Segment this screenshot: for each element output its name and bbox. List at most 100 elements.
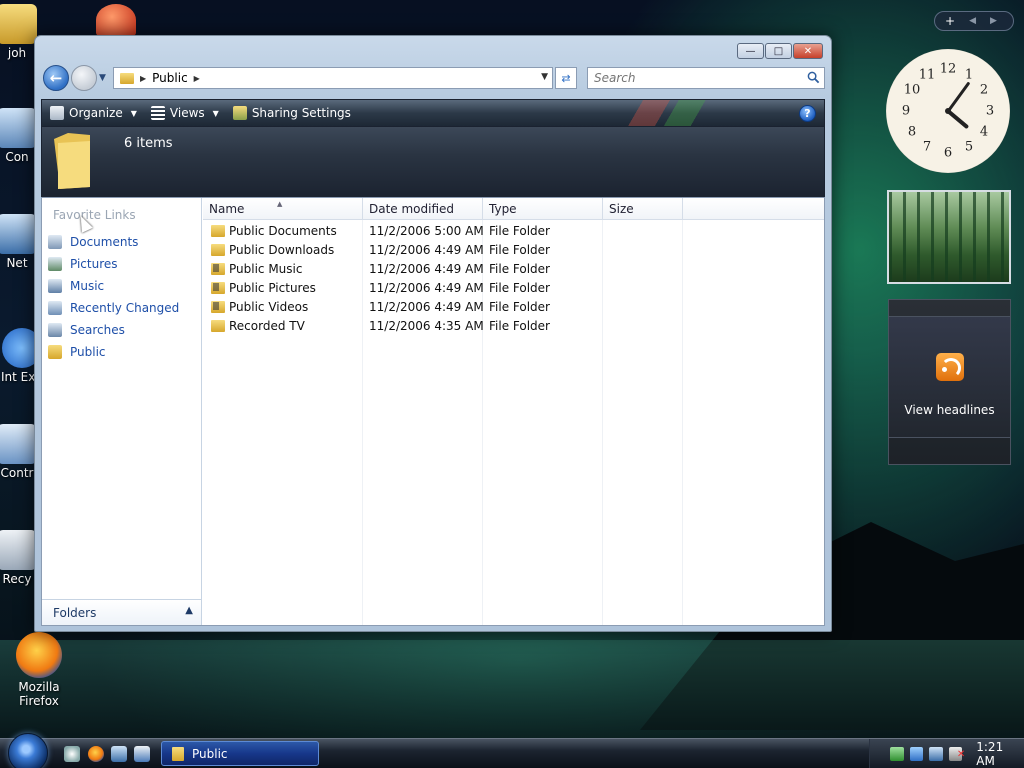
address-dropdown-icon[interactable]: ▼ [541,72,548,82]
breadcrumb-separator-icon[interactable]: ▶ [140,74,146,83]
file-type: File Folder [489,300,550,314]
nav-item-music[interactable]: Music [48,275,179,297]
system-tray: ✕ 1:21 AM [869,739,1024,768]
large-folder-icon [54,133,90,189]
close-icon: ✕ [803,45,813,57]
clock-minute-hand [946,81,971,113]
clock-numeral: 9 [901,103,911,119]
command-bar: Organize ▼ Views ▼ Sharing Settings ? [41,99,825,127]
table-row[interactable]: Public Pictures 11/2/2006 4:49 AM File F… [203,279,683,298]
show-desktop-icon[interactable] [64,746,80,762]
clock-numeral: 12 [939,61,957,77]
explorer-window[interactable]: — □ ✕ ← ▼ ▶ Public ▶ ▼ ⇄ Organize ▼ [34,35,832,632]
clock-numeral: 6 [943,145,953,161]
column-header-name[interactable]: ▲ Name [203,198,363,220]
nav-item-documents[interactable]: Documents [48,231,179,253]
table-row[interactable]: Public Music 11/2/2006 4:49 AM File Fold… [203,260,683,279]
slideshow-gadget[interactable] [887,190,1011,284]
view-headlines-link[interactable]: View headlines [889,403,1010,417]
refresh-button[interactable]: ⇄ [555,67,577,89]
navigation-bar: ← ▼ ▶ Public ▶ ▼ ⇄ [41,64,825,94]
close-button[interactable]: ✕ [793,43,823,59]
breadcrumb-public[interactable]: Public [152,71,188,85]
windows-flag-decoration [602,100,802,126]
organize-label: Organize [69,106,123,120]
pictures-icon [48,257,62,271]
sharing-settings-button[interactable]: Sharing Settings [232,106,351,120]
nav-item-public[interactable]: Public [48,341,179,363]
folder-icon [120,72,134,84]
next-gadget-icon[interactable]: ▶ [990,16,997,26]
connection-tray-icon[interactable] [929,746,943,761]
history-dropdown-icon[interactable]: ▼ [99,73,106,83]
breadcrumb-separator-icon[interactable]: ▶ [194,74,200,83]
nav-item-label: Searches [70,323,125,337]
address-bar[interactable]: ▶ Public ▶ ▼ [113,67,553,89]
documents-icon [48,235,62,249]
table-row[interactable]: Public Videos 11/2/2006 4:49 AM File Fol… [203,298,683,317]
column-header-size[interactable]: Size [603,198,683,220]
nav-item-label: Music [70,279,105,293]
videos-folder-icon [211,301,225,313]
help-icon[interactable]: ? [799,105,816,122]
nav-item-label: Pictures [70,257,118,271]
clock-gadget[interactable]: 12 1 2 3 4 5 6 7 8 9 10 11 [886,49,1010,173]
folders-toggle[interactable]: Folders ▲ [42,599,201,625]
maximize-button[interactable]: □ [765,43,792,59]
back-button[interactable]: ← [43,65,69,91]
table-row[interactable]: Recorded TV 11/2/2006 4:35 AM File Folde… [203,317,683,336]
folder-icon [211,225,225,237]
desktop-partial-icon[interactable] [96,4,136,36]
search-box[interactable] [587,67,825,89]
desktop-icon-label: Contr [0,466,34,480]
folders-label: Folders [53,605,97,620]
forward-button[interactable] [71,65,97,91]
file-type: File Folder [489,262,550,276]
clock-numeral: 1 [964,67,974,83]
file-name: Public Documents [229,224,337,238]
taskbar-button-public[interactable]: Public [161,741,319,766]
organize-button[interactable]: Organize ▼ [50,106,137,120]
nav-item-searches[interactable]: Searches [48,319,179,341]
media-quicklaunch-icon[interactable] [134,746,150,762]
nav-item-recently-changed[interactable]: Recently Changed [48,297,179,319]
rss-feed-icon [936,353,964,381]
network-tray-icon[interactable] [909,746,924,761]
clock-numeral: 3 [985,103,995,119]
file-type: File Folder [489,281,550,295]
details-header: 6 items [41,127,825,197]
switch-windows-icon[interactable] [111,746,127,762]
desktop-icon-firefox[interactable]: Mozilla Firefox [4,632,74,708]
feed-gadget-body: View headlines [889,316,1010,438]
nav-item-pictures[interactable]: Pictures [48,253,179,275]
add-gadget-button[interactable]: + [945,14,955,28]
search-input[interactable] [594,71,794,85]
column-header-label: Name [209,202,245,216]
control-panel-icon [0,424,37,464]
table-row[interactable]: Public Documents 11/2/2006 5:00 AM File … [203,222,683,241]
nav-item-label: Recently Changed [70,301,180,315]
previous-gadget-icon[interactable]: ◀ [969,16,976,26]
security-tray-icon[interactable] [890,746,904,761]
taskbar-clock[interactable]: 1:21 AM [976,740,1024,768]
search-icon[interactable] [807,71,820,84]
column-header-date-modified[interactable]: Date modified [363,198,483,220]
feed-headlines-gadget[interactable]: View headlines [888,299,1011,465]
desktop-icon-label: Mozilla Firefox [18,680,60,708]
start-button[interactable] [8,733,48,768]
column-header-type[interactable]: Type [483,198,603,220]
clock-numeral: 10 [903,82,921,98]
folder-icon [211,244,225,256]
column-header-label: Type [489,202,517,216]
chevron-down-icon: ▼ [130,108,137,118]
table-row[interactable]: Public Downloads 11/2/2006 4:49 AM File … [203,241,683,260]
navigation-pane: Favorite Links Documents Pictures Music … [42,198,202,625]
volume-muted-icon[interactable]: ✕ [948,746,965,761]
firefox-icon [16,632,62,678]
minimize-button[interactable]: — [737,43,764,59]
views-button[interactable]: Views ▼ [150,106,219,120]
firefox-quicklaunch-icon[interactable] [88,746,104,762]
file-name: Public Music [229,262,303,276]
nav-item-label: Public [70,345,106,359]
favorite-links-list: Documents Pictures Music Recently Change… [48,231,179,363]
